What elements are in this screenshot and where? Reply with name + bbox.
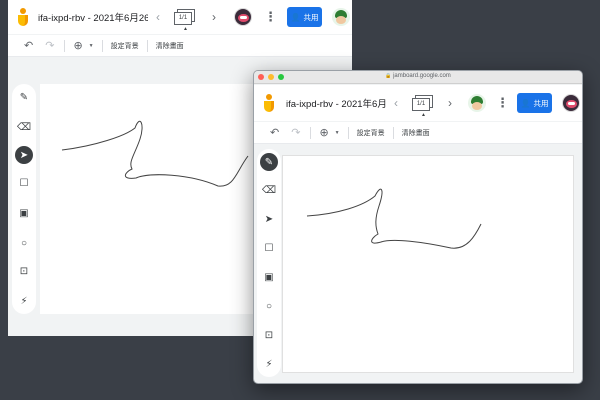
circle-icon[interactable]: ○ <box>260 297 278 315</box>
sticky-note-icon[interactable]: ☐ <box>15 174 33 192</box>
zoom-dropdown-icon[interactable]: ▼ <box>335 130 340 136</box>
jamboard-window-front: 🔒 jamboard.google.com ifa-ixpd-rbv - 202… <box>253 70 583 384</box>
jamboard-logo-icon <box>264 94 274 112</box>
pen-icon[interactable]: ✎ <box>260 153 278 171</box>
select-icon[interactable]: ➤ <box>260 210 278 228</box>
textbox-icon[interactable]: ⊡ <box>15 262 33 280</box>
set-background-button[interactable]: 設定背景 <box>357 128 385 138</box>
eraser-icon[interactable]: ⌫ <box>260 181 278 199</box>
prev-frame-icon[interactable]: ‹ <box>394 96 398 110</box>
prev-frame-icon[interactable]: ‹ <box>156 10 160 24</box>
person-icon: 👤 <box>520 98 531 108</box>
account-avatar[interactable] <box>332 8 350 26</box>
undo-icon[interactable]: ↶ <box>24 39 33 52</box>
image-icon[interactable]: ▣ <box>15 204 33 222</box>
app-header: ifa-ixpd-rbv - 2021年6月26... ‹ 1/1 ▲ › ⋮ … <box>8 0 352 34</box>
circle-icon[interactable]: ○ <box>15 234 33 252</box>
zoom-dropdown-icon[interactable]: ▼ <box>89 43 94 49</box>
tools-palette: ✎ ⌫ ➤ ☐ ▣ ○ ⊡ ⚡ <box>12 84 36 314</box>
share-button[interactable]: 👤 共用 <box>517 93 552 113</box>
select-icon[interactable]: ➤ <box>15 146 33 164</box>
frame-counter: 1/1 <box>174 12 192 25</box>
clear-frame-button[interactable]: 清除畫面 <box>402 128 430 138</box>
image-icon[interactable]: ▣ <box>260 268 278 286</box>
frame-bar-button[interactable]: 1/1 ▲ <box>412 95 434 118</box>
person-icon: 👤 <box>290 12 301 22</box>
zoom-icon[interactable]: ⊕ <box>319 126 328 139</box>
url-bar[interactable]: 🔒 jamboard.google.com <box>254 73 582 79</box>
jamboard-logo-icon <box>18 8 28 26</box>
zoom-icon[interactable]: ⊕ <box>73 39 82 52</box>
lock-icon: 🔒 <box>385 73 392 79</box>
account-avatar[interactable] <box>562 94 580 112</box>
clear-frame-button[interactable]: 清除畫面 <box>156 41 184 51</box>
laser-icon[interactable]: ⚡ <box>260 355 278 373</box>
ink-stroke <box>306 188 482 249</box>
more-options-icon[interactable]: ⋮ <box>496 95 509 111</box>
toolbar: ↶ ↷ ⊕ ▼ 設定背景 清除畫面 <box>254 122 582 144</box>
pen-icon[interactable]: ✎ <box>15 88 33 106</box>
undo-icon[interactable]: ↶ <box>270 126 279 139</box>
file-title[interactable]: ifa-ixpd-rbv - 2021年6月... <box>286 96 386 110</box>
next-frame-icon[interactable]: › <box>448 96 452 110</box>
redo-icon[interactable]: ↷ <box>291 126 300 139</box>
tools-palette: ✎ ⌫ ➤ ☐ ▣ ○ ⊡ ⚡ <box>257 149 281 377</box>
share-label: 共用 <box>533 98 549 108</box>
frame-bar-button[interactable]: 1/1 ▲ <box>174 9 196 32</box>
mac-title-bar: 🔒 jamboard.google.com <box>254 71 582 84</box>
set-background-button[interactable]: 設定背景 <box>111 41 139 51</box>
app-header: ifa-ixpd-rbv - 2021年6月... ‹ 1/1 ▲ › ⋮ 👤 … <box>254 85 582 121</box>
next-frame-icon[interactable]: › <box>212 10 216 24</box>
toolbar: ↶ ↷ ⊕ ▼ 設定背景 清除畫面 <box>8 35 352 57</box>
textbox-icon[interactable]: ⊡ <box>260 326 278 344</box>
share-button[interactable]: 👤 共用 <box>287 7 322 27</box>
redo-icon[interactable]: ↷ <box>45 39 54 52</box>
url-text: jamboard.google.com <box>393 73 451 79</box>
drawing-canvas[interactable] <box>282 155 574 373</box>
file-title[interactable]: ifa-ixpd-rbv - 2021年6月26... <box>38 10 148 24</box>
laser-icon[interactable]: ⚡ <box>15 292 33 310</box>
avatar[interactable] <box>234 8 252 26</box>
eraser-icon[interactable]: ⌫ <box>15 118 33 136</box>
avatar[interactable] <box>468 94 486 112</box>
more-options-icon[interactable]: ⋮ <box>264 9 277 25</box>
sticky-note-icon[interactable]: ☐ <box>260 239 278 257</box>
share-label: 共用 <box>303 12 319 22</box>
frame-counter: 1/1 <box>412 98 430 111</box>
